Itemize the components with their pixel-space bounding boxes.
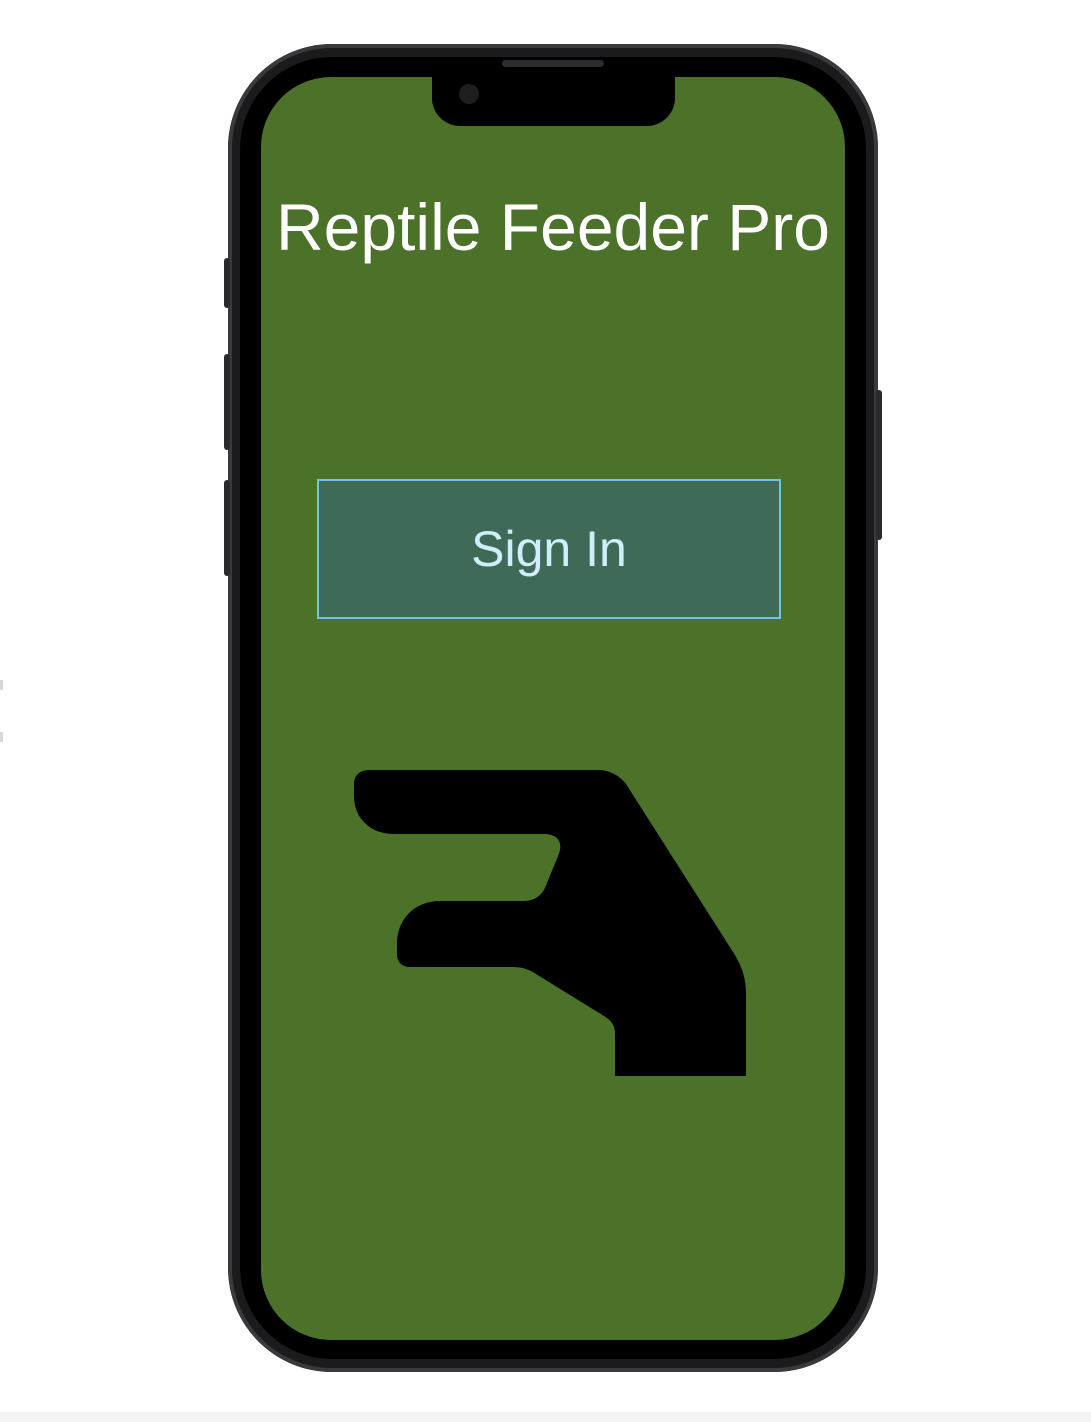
page-canvas: Reptile Feeder Pro Sign In bbox=[0, 0, 1091, 1422]
phone-volume-down-button bbox=[224, 480, 230, 576]
phone-mute-switch bbox=[224, 258, 230, 308]
hand-icon-shape bbox=[354, 770, 746, 1076]
bottom-edge bbox=[0, 1412, 1091, 1422]
hand-icon bbox=[354, 770, 746, 1076]
phone-volume-up-button bbox=[224, 354, 230, 450]
sign-in-button[interactable]: Sign In bbox=[317, 479, 781, 619]
edge-mark bbox=[0, 680, 3, 690]
edge-mark bbox=[0, 732, 3, 742]
app-title: Reptile Feeder Pro bbox=[276, 190, 830, 264]
phone-power-button bbox=[876, 390, 882, 540]
phone-speaker bbox=[502, 60, 604, 67]
front-camera-icon bbox=[459, 84, 479, 104]
